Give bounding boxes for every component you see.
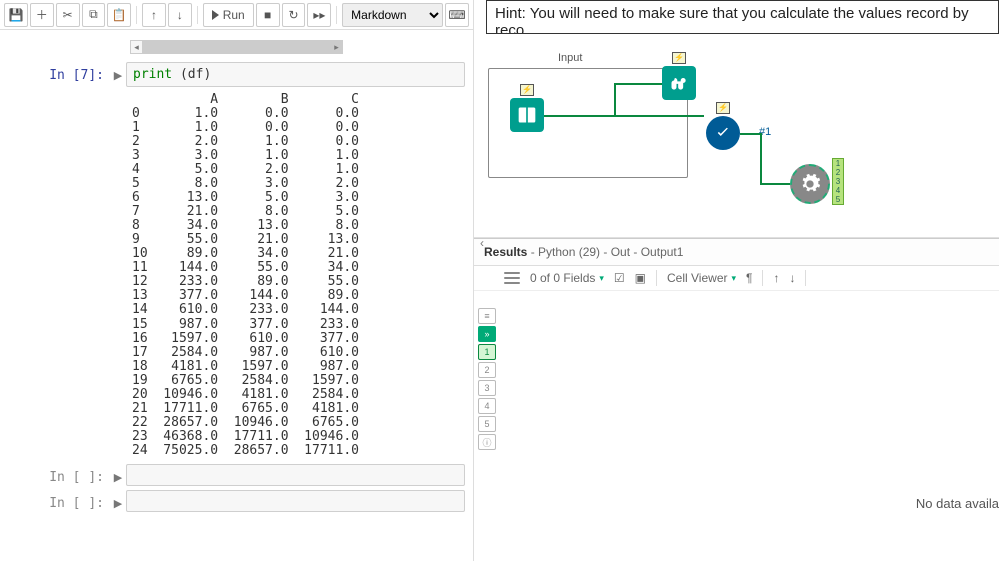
expand-toggle[interactable]: ▣	[635, 271, 646, 285]
side-tab-4[interactable]: 4	[478, 398, 496, 414]
move-down-button[interactable]: ↓	[789, 271, 795, 285]
side-tab-3[interactable]: 3	[478, 380, 496, 396]
restart-button[interactable]: ↻	[282, 3, 306, 27]
run-cell-icon[interactable]: ▶	[110, 464, 126, 486]
move-down-button[interactable]: ↓	[168, 3, 192, 27]
scroll-left-icon[interactable]: ◂	[131, 41, 143, 53]
cell-type-select[interactable]: Markdown	[342, 3, 443, 27]
check-icon	[714, 124, 732, 142]
side-tab-info[interactable]: ⓘ	[478, 434, 496, 450]
code-input[interactable]: print (df)	[126, 62, 465, 87]
collapse-icon[interactable]: ‹	[474, 234, 490, 252]
run-label: Run	[223, 8, 245, 22]
stop-button[interactable]: ■	[256, 3, 280, 27]
paragraph-toggle[interactable]: ¶	[746, 271, 752, 285]
side-tab-1[interactable]: 1	[478, 344, 496, 360]
scroll-right-icon[interactable]: ▸	[330, 41, 342, 53]
paste-cell-button[interactable]: 📋	[107, 3, 131, 27]
copy-cell-button[interactable]: ⧉	[82, 3, 106, 27]
connection	[614, 83, 662, 85]
connection	[740, 133, 760, 135]
list-icon	[504, 271, 520, 285]
results-subtitle: - Python (29) - Out - Output1	[527, 245, 683, 259]
separator	[136, 6, 137, 24]
anchor-badge: 1 2 3 4 5	[832, 158, 844, 205]
run-cell-icon[interactable]: ▶	[110, 490, 126, 512]
lightning-icon: ⚡	[672, 52, 686, 64]
notebook-toolbar: 💾 ＋ ✂ ⧉ 📋 ↑ ↓ Run ■ ↻ ▸▸ Markdown ⌨	[0, 0, 473, 30]
checkbox-toggle[interactable]: ☑	[614, 271, 625, 285]
separator	[805, 270, 806, 286]
separator	[656, 270, 657, 286]
workflow-panel: Hint: You will need to make sure that yo…	[474, 0, 999, 561]
notebook-body[interactable]: ◂ ▸ In [7]: ▶ print (df) A B C 0 1.0 0.0…	[0, 30, 473, 561]
code-cell-empty: In [ ]: ▶	[0, 488, 473, 514]
code-input[interactable]	[126, 490, 465, 512]
cell-prompt: In [ ]:	[0, 490, 110, 512]
input-tool-node[interactable]: ⚡	[510, 98, 544, 132]
results-header: Results - Python (29) - Out - Output1	[474, 238, 999, 266]
python-tool-node[interactable]	[790, 164, 830, 204]
run-cell-icon[interactable]: ▶	[110, 62, 126, 460]
separator	[197, 6, 198, 24]
chevron-down-icon: ▾	[599, 273, 604, 284]
side-tab-2[interactable]: 2	[478, 362, 496, 378]
scroll-thumb[interactable]	[143, 41, 343, 53]
connection	[760, 183, 790, 185]
fields-dropdown[interactable]	[504, 271, 520, 285]
cell-viewer-dropdown[interactable]: Cell Viewer ▾	[667, 271, 736, 285]
workflow-canvas[interactable]: Input ⚡ ⚡ ⚡ #1 1 2 3 4 5	[474, 38, 999, 238]
code-keyword: print	[133, 67, 172, 82]
no-data-text: No data availa	[916, 496, 999, 511]
find-tool-node[interactable]: ⚡	[662, 66, 696, 100]
code-cell-empty: In [ ]: ▶	[0, 462, 473, 488]
keyboard-button[interactable]: ⌨	[445, 3, 469, 27]
move-up-button[interactable]: ↑	[142, 3, 166, 27]
results-side-tabs: ≡ » 1 2 3 4 5 ⓘ	[474, 308, 496, 450]
horizontal-scrollbar[interactable]: ◂ ▸	[130, 40, 343, 54]
run-all-button[interactable]: ▸▸	[307, 3, 331, 27]
book-icon	[517, 105, 537, 125]
filter-tool-node[interactable]: ⚡	[706, 116, 740, 150]
notebook-panel: 💾 ＋ ✂ ⧉ 📋 ↑ ↓ Run ■ ↻ ▸▸ Markdown ⌨ ◂	[0, 0, 474, 561]
chevron-down-icon: ▾	[731, 273, 736, 284]
separator	[762, 270, 763, 286]
code-input[interactable]	[126, 464, 465, 486]
cell-prompt: In [ ]:	[0, 464, 110, 486]
cut-cell-button[interactable]: ✂	[56, 3, 80, 27]
code-cell: In [7]: ▶ print (df) A B C 0 1.0 0.0 0.0…	[0, 60, 473, 462]
side-tab-5[interactable]: 5	[478, 416, 496, 432]
fields-dropdown[interactable]: 0 of 0 Fields ▾	[530, 271, 604, 285]
gear-icon	[799, 173, 821, 195]
results-title: Results	[484, 245, 527, 259]
play-icon	[212, 10, 219, 20]
canvas-label: Input	[558, 52, 582, 64]
side-tab-menu[interactable]: ≡	[478, 308, 496, 324]
code-rest: (df)	[172, 67, 211, 82]
connection	[544, 115, 704, 117]
side-tab-expand[interactable]: »	[478, 326, 496, 342]
binoculars-icon	[669, 73, 689, 93]
separator	[336, 6, 337, 24]
connection	[760, 133, 762, 183]
connection	[614, 83, 616, 115]
cell-viewer-label: Cell Viewer	[667, 271, 727, 285]
add-cell-button[interactable]: ＋	[30, 3, 54, 27]
move-up-button[interactable]: ↑	[773, 271, 779, 285]
save-button[interactable]: 💾	[4, 3, 28, 27]
fields-count: 0 of 0 Fields	[530, 271, 595, 285]
cell-output: A B C 0 1.0 0.0 0.0 1 1.0 0.0 0.0 2 2.0 …	[126, 87, 465, 460]
hint-text: Hint: You will need to make sure that yo…	[486, 0, 999, 34]
run-button[interactable]: Run	[203, 3, 254, 27]
results-toolbar: 0 of 0 Fields ▾ ☑ ▣ Cell Viewer ▾ ¶ ↑ ↓	[474, 266, 999, 291]
cell-prompt: In [7]:	[0, 62, 110, 460]
lightning-icon: ⚡	[520, 84, 534, 96]
lightning-icon: ⚡	[716, 102, 730, 114]
